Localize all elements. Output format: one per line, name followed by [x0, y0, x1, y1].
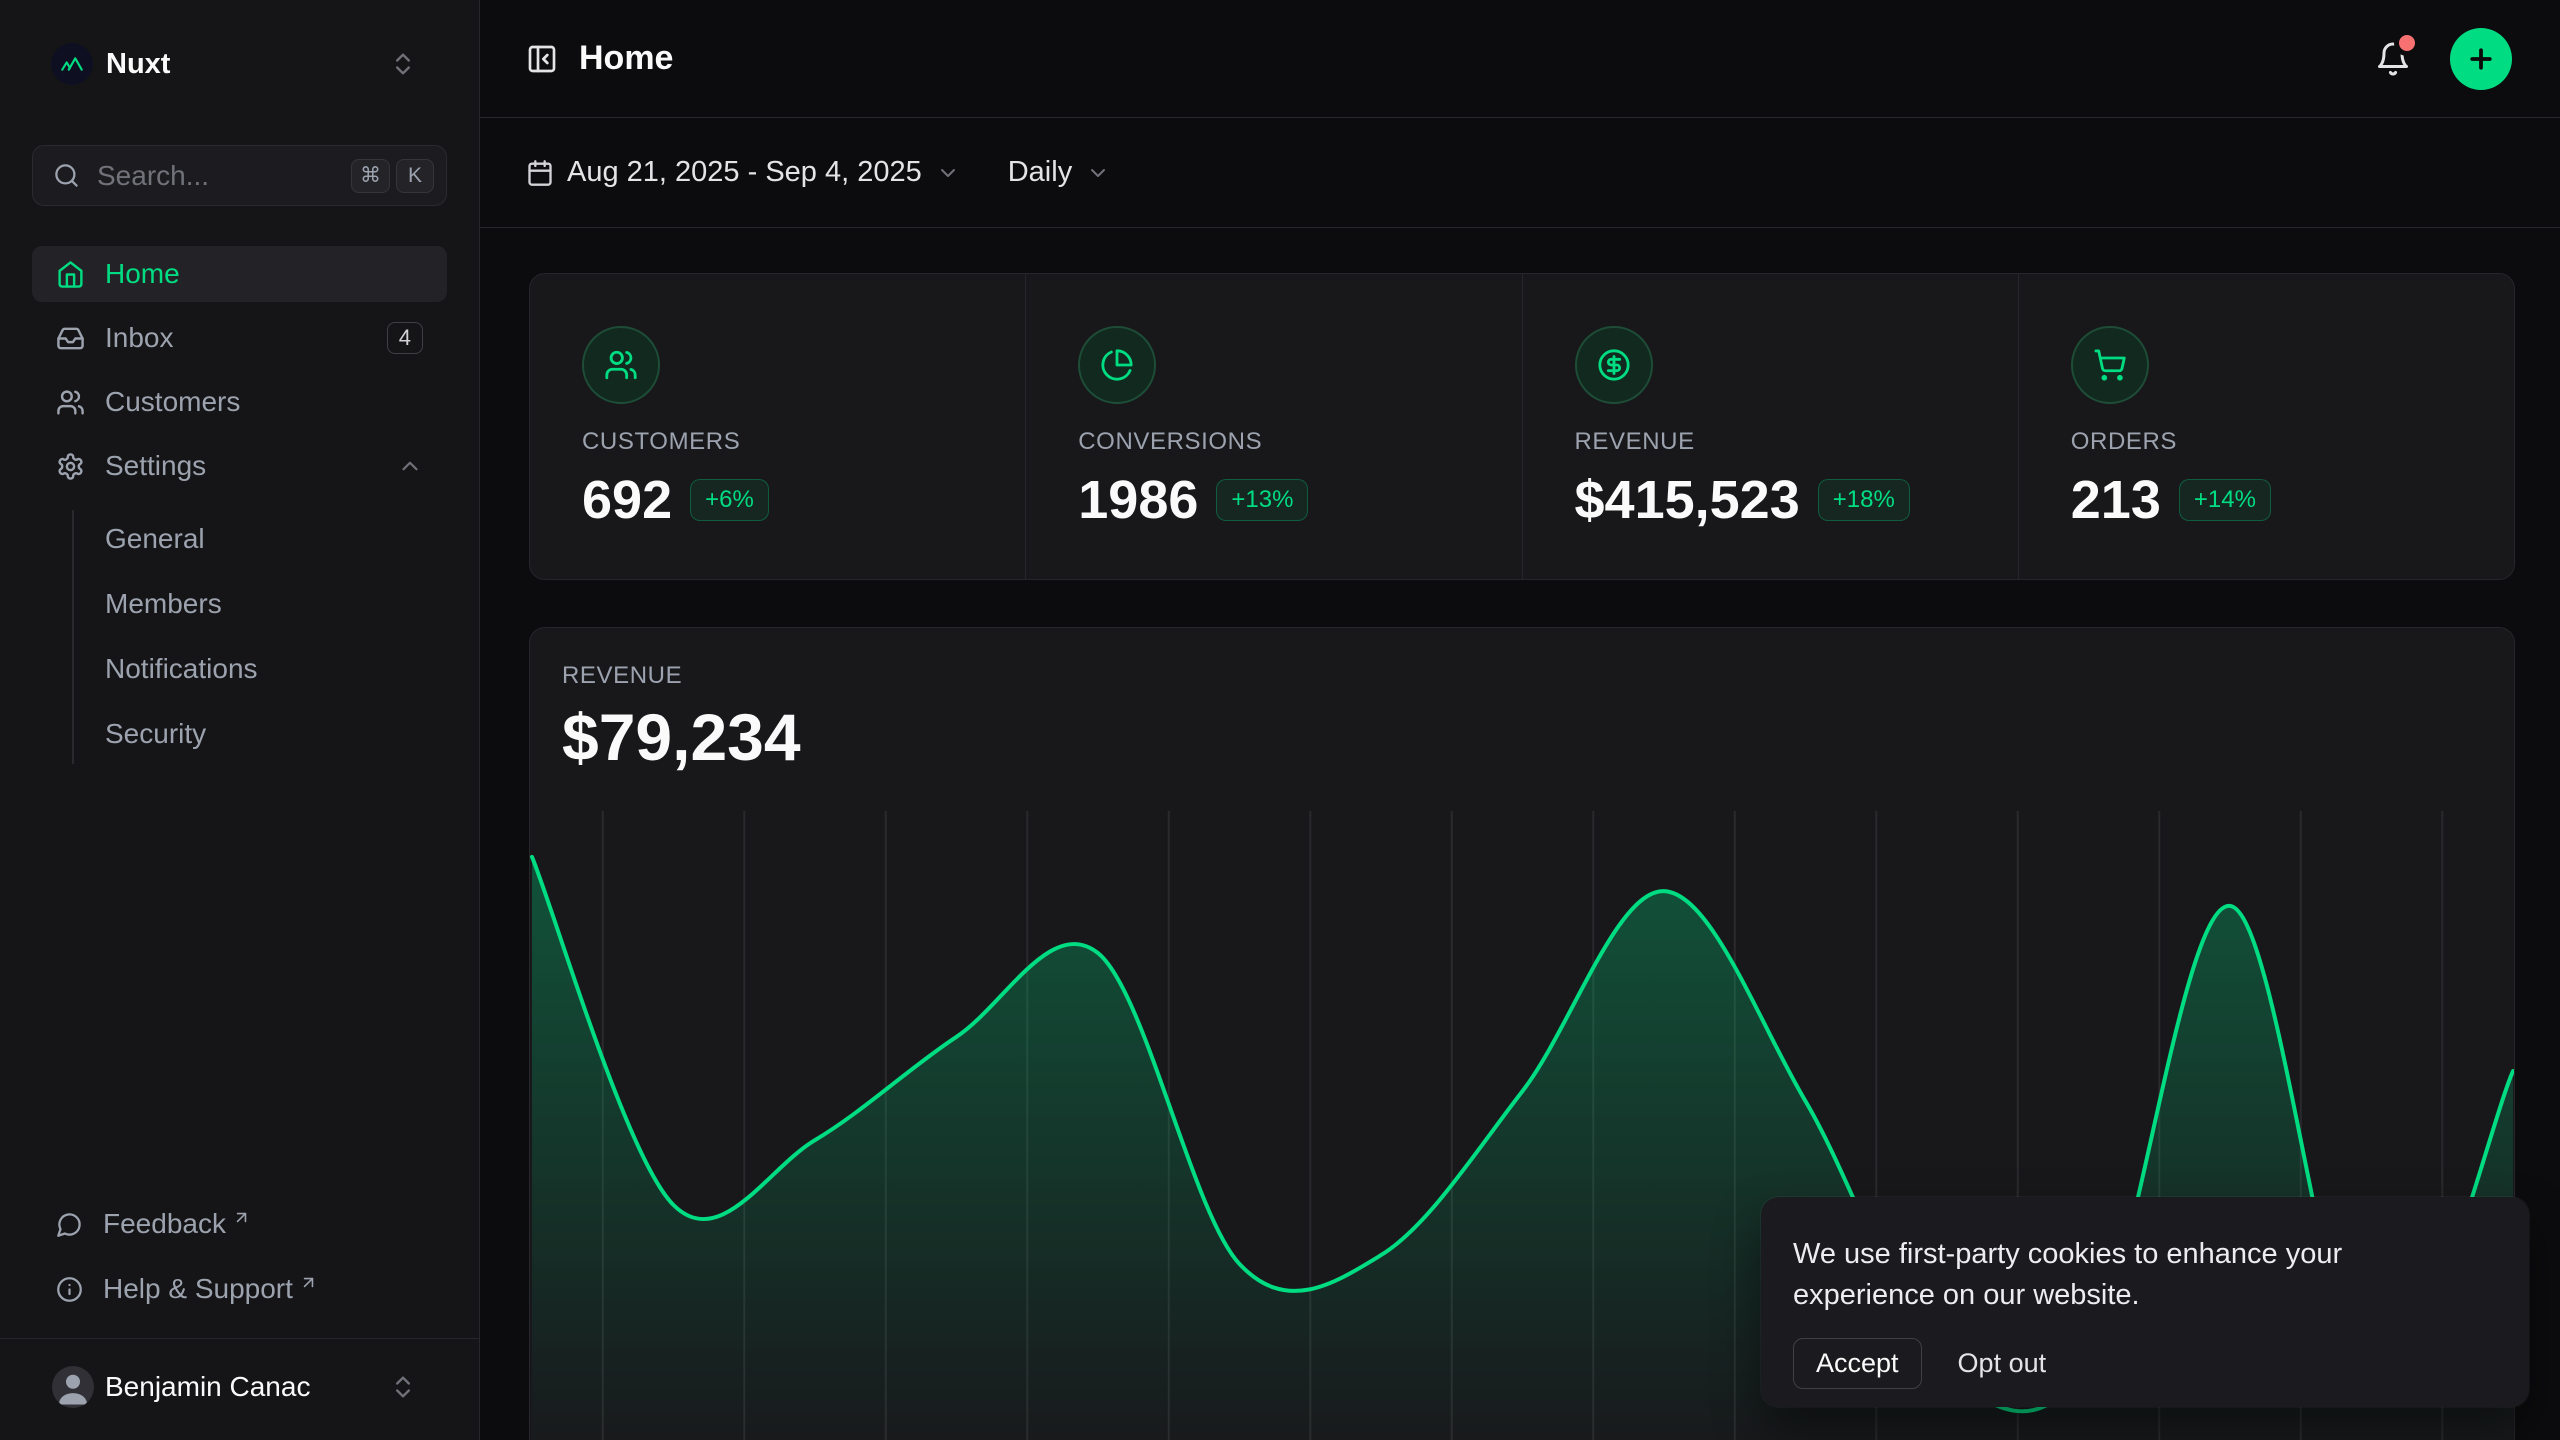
kbd-k: K	[396, 159, 434, 193]
stat-revenue[interactable]: REVENUE $415,523 +18%	[1522, 274, 2018, 579]
sidebar-item-customers[interactable]: Customers	[32, 374, 447, 430]
nuxt-logo-icon	[51, 43, 93, 85]
granularity-select[interactable]: Daily	[1008, 156, 1110, 189]
granularity-value: Daily	[1008, 156, 1072, 189]
chevron-down-icon	[1086, 161, 1110, 185]
user-section: Benjamin Canac	[0, 1338, 479, 1440]
team-name: Nuxt	[106, 48, 170, 81]
help-support-link[interactable]: Help & Support	[32, 1265, 447, 1313]
plus-icon	[2466, 44, 2496, 74]
help-support-label: Help & Support	[103, 1273, 293, 1305]
stat-value: 213	[2071, 472, 2161, 528]
sidebar-item-label: Inbox	[105, 322, 387, 354]
external-link-icon	[232, 1208, 251, 1227]
date-range-picker[interactable]: Aug 21, 2025 - Sep 4, 2025	[526, 156, 960, 189]
cart-icon	[2071, 326, 2149, 404]
optout-cookies-button[interactable]: Opt out	[1958, 1348, 2047, 1379]
stat-delta-badge: +13%	[1216, 479, 1308, 521]
stat-orders[interactable]: ORDERS 213 +14%	[2018, 274, 2514, 579]
notifications-button[interactable]	[2375, 41, 2411, 77]
sidebar-item-label: Members	[105, 588, 222, 620]
sidebar-item-general[interactable]: General	[74, 510, 447, 567]
stat-label: REVENUE	[1575, 428, 2018, 456]
search-field[interactable]	[97, 160, 345, 192]
stat-conversions[interactable]: CONVERSIONS 1986 +13%	[1025, 274, 1521, 579]
chevrons-up-down-icon	[389, 50, 417, 78]
inbox-icon	[56, 324, 85, 353]
settings-subnav: General Members Notifications Security	[72, 510, 447, 764]
sidebar-item-label: Settings	[105, 450, 397, 482]
stat-value: 1986	[1078, 472, 1198, 528]
accept-cookies-button[interactable]: Accept	[1793, 1338, 1922, 1389]
calendar-icon	[526, 159, 554, 187]
users-icon	[56, 388, 85, 417]
collapse-sidebar-button[interactable]	[526, 43, 558, 75]
stats-card: CUSTOMERS 692 +6% CONVERSIONS 1986 +13%	[529, 273, 2515, 580]
stat-label: ORDERS	[2071, 428, 2514, 456]
inbox-count-badge: 4	[387, 322, 423, 354]
dollar-circle-icon	[1575, 326, 1653, 404]
sidebar-item-label: Notifications	[105, 653, 258, 685]
stat-delta-badge: +6%	[690, 479, 769, 521]
sidebar: Nuxt ⌘ K Home	[0, 0, 480, 1440]
page-header: Home	[480, 0, 2560, 118]
external-link-icon	[299, 1273, 318, 1292]
search-input[interactable]: ⌘ K	[32, 145, 447, 206]
sidebar-item-label: General	[105, 523, 205, 555]
stat-value: 692	[582, 472, 672, 528]
gear-icon	[56, 452, 85, 481]
users-icon	[582, 326, 660, 404]
cookie-message: We use first-party cookies to enhance yo…	[1793, 1234, 2489, 1316]
sidebar-item-security[interactable]: Security	[74, 705, 447, 762]
notification-dot	[2399, 35, 2415, 51]
sidebar-item-label: Customers	[105, 386, 240, 418]
message-bubble-icon	[56, 1211, 83, 1238]
add-button[interactable]	[2450, 28, 2512, 90]
filters-toolbar: Aug 21, 2025 - Sep 4, 2025 Daily	[480, 118, 2560, 228]
info-circle-icon	[56, 1276, 83, 1303]
revenue-chart-value: $79,234	[562, 702, 2514, 772]
sidebar-nav: Home Inbox 4 Customers Settings	[32, 246, 447, 764]
stat-label: CONVERSIONS	[1078, 428, 1521, 456]
user-menu[interactable]: Benjamin Canac	[52, 1352, 417, 1422]
user-avatar	[52, 1366, 94, 1408]
stat-customers[interactable]: CUSTOMERS 692 +6%	[530, 274, 1025, 579]
chevrons-up-down-icon	[389, 1373, 417, 1401]
chevron-down-icon	[936, 161, 960, 185]
sidebar-item-notifications[interactable]: Notifications	[74, 640, 447, 697]
user-name: Benjamin Canac	[105, 1371, 310, 1403]
revenue-chart-label: REVENUE	[562, 662, 2514, 690]
page-title: Home	[579, 39, 673, 78]
pie-chart-icon	[1078, 326, 1156, 404]
chevron-up-icon	[397, 453, 423, 479]
stat-label: CUSTOMERS	[582, 428, 1025, 456]
sidebar-item-settings[interactable]: Settings	[32, 438, 447, 494]
team-switcher[interactable]: Nuxt	[32, 34, 447, 94]
cookie-banner: We use first-party cookies to enhance yo…	[1761, 1197, 2529, 1407]
panel-left-close-icon	[526, 43, 558, 75]
sidebar-item-label: Home	[105, 258, 180, 290]
sidebar-item-inbox[interactable]: Inbox 4	[32, 310, 447, 366]
feedback-link[interactable]: Feedback	[32, 1200, 447, 1248]
sidebar-item-members[interactable]: Members	[74, 575, 447, 632]
sidebar-item-home[interactable]: Home	[32, 246, 447, 302]
stat-delta-badge: +18%	[1818, 479, 1910, 521]
kbd-cmd: ⌘	[351, 159, 390, 193]
search-icon	[53, 162, 80, 189]
stat-delta-badge: +14%	[2179, 479, 2271, 521]
home-icon	[56, 260, 85, 289]
stat-value: $415,523	[1575, 472, 1800, 528]
date-range-value: Aug 21, 2025 - Sep 4, 2025	[567, 156, 922, 189]
sidebar-footer: Feedback Help & Support	[32, 1200, 447, 1313]
feedback-label: Feedback	[103, 1208, 226, 1240]
sidebar-item-label: Security	[105, 718, 206, 750]
